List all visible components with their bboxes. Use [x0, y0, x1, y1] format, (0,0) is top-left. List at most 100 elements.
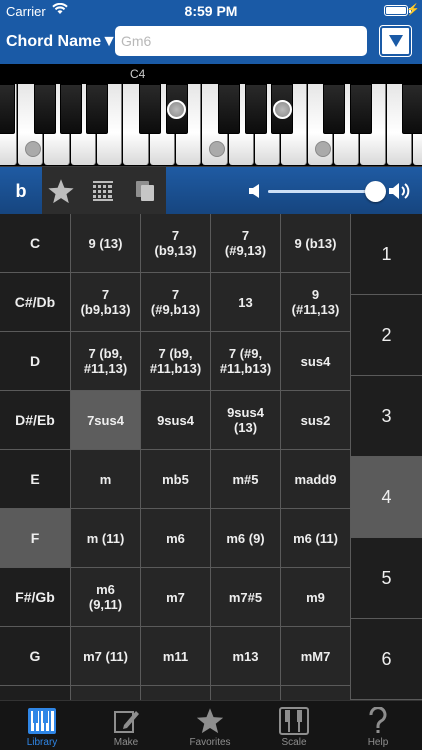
black-key[interactable]	[350, 84, 372, 134]
octave-label: C4	[130, 67, 146, 81]
chord-cell[interactable]: sus4	[281, 332, 351, 391]
black-key[interactable]	[86, 84, 108, 134]
tab-library[interactable]: Library	[0, 701, 84, 750]
voicing-number-item[interactable]: 3	[351, 376, 422, 457]
note-marker	[209, 141, 225, 157]
chord-cell[interactable]	[281, 686, 351, 700]
scale-icon	[279, 706, 309, 736]
dropdown-button[interactable]	[379, 25, 412, 57]
black-key[interactable]	[402, 84, 422, 134]
tab-label: Library	[26, 737, 58, 748]
black-key[interactable]	[139, 84, 161, 134]
root-note-item[interactable]: D#/Eb	[0, 391, 71, 450]
root-note-item[interactable]: C#/Db	[0, 273, 71, 332]
chord-cell[interactable]: 7 (#9,13)	[211, 214, 281, 273]
chord-cell[interactable]: m7 (11)	[71, 627, 141, 686]
toolbar: b	[0, 166, 422, 215]
copy-icon[interactable]	[128, 175, 162, 207]
note-marker	[25, 141, 41, 157]
grid-view-icon[interactable]	[86, 175, 120, 207]
voicing-number-column: 1 2 3 4 5 6	[351, 214, 422, 700]
tab-make[interactable]: Make	[84, 701, 168, 750]
chord-cell[interactable]: 7 (b9,b13)	[71, 273, 141, 332]
root-note-item[interactable]	[0, 686, 71, 700]
chord-cell[interactable]: m	[71, 450, 141, 509]
tab-help[interactable]: Help	[336, 701, 420, 750]
voicing-number-item[interactable]: 5	[351, 538, 422, 619]
chord-cell[interactable]: sus2	[281, 391, 351, 450]
tab-scale[interactable]: Scale	[252, 701, 336, 750]
tab-favorites[interactable]: Favorites	[168, 701, 252, 750]
chord-cell[interactable]: 7 (b9,13)	[141, 214, 211, 273]
chord-cell[interactable]: madd9	[281, 450, 351, 509]
pencil-icon	[112, 706, 140, 736]
header: Chord Name▼	[0, 22, 422, 64]
chord-cell[interactable]	[211, 686, 281, 700]
chord-name-menu-button[interactable]: Chord Name▼	[6, 33, 117, 51]
flat-toggle-button[interactable]: b	[0, 167, 42, 215]
root-note-item[interactable]: C	[0, 214, 71, 273]
tab-bar: Library Make Favorites Scale Help	[0, 700, 422, 750]
chord-search-input[interactable]	[115, 26, 367, 56]
chord-cell[interactable]: m7#5	[211, 568, 281, 627]
chord-cell[interactable]: 9 (#11,13)	[281, 273, 351, 332]
chord-cell[interactable]: 7 (b9, #11,13)	[71, 332, 141, 391]
chord-cell[interactable]	[71, 686, 141, 700]
root-note-item[interactable]: E	[0, 450, 71, 509]
volume-slider-fill	[268, 190, 376, 193]
chord-cell[interactable]: m6 (9)	[211, 509, 281, 568]
chord-cell[interactable]: mM7	[281, 627, 351, 686]
chord-cell[interactable]: m7	[141, 568, 211, 627]
voicing-number-item[interactable]: 1	[351, 214, 422, 295]
chord-cell[interactable]: m6 (11)	[281, 509, 351, 568]
voicing-number-item-selected[interactable]: 4	[351, 457, 422, 538]
chord-cell[interactable]: 9sus4 (13)	[211, 391, 281, 450]
root-note-item[interactable]: D	[0, 332, 71, 391]
chord-cell[interactable]: m6 (9,11)	[71, 568, 141, 627]
black-key[interactable]	[218, 84, 240, 134]
tab-label: Scale	[281, 737, 307, 748]
volume-slider[interactable]	[268, 190, 376, 193]
note-marker	[167, 100, 186, 119]
chord-cell[interactable]: m6	[141, 509, 211, 568]
chord-cell[interactable]: 9sus4	[141, 391, 211, 450]
charging-icon: ⚡	[406, 4, 420, 16]
volume-low-icon	[249, 184, 261, 203]
chord-cell[interactable]: m#5	[211, 450, 281, 509]
black-key[interactable]	[34, 84, 56, 134]
star-icon[interactable]	[44, 175, 78, 207]
library-icon	[27, 706, 57, 736]
chord-cell-selected[interactable]: 7sus4	[71, 391, 141, 450]
piano-keyboard[interactable]	[0, 84, 422, 166]
chord-cell[interactable]: 7 (#9, #11,b13)	[211, 332, 281, 391]
note-marker	[315, 141, 331, 157]
black-key[interactable]	[323, 84, 345, 134]
black-key[interactable]	[245, 84, 267, 134]
chord-cell[interactable]: mb5	[141, 450, 211, 509]
voicing-number-item[interactable]: 6	[351, 619, 422, 700]
black-key[interactable]	[60, 84, 82, 134]
chord-cell[interactable]: 9 (b13)	[281, 214, 351, 273]
root-note-item[interactable]: F#/Gb	[0, 568, 71, 627]
chord-cell[interactable]: m13	[211, 627, 281, 686]
chord-cell[interactable]: 7 (b9, #11,b13)	[141, 332, 211, 391]
root-note-item[interactable]: G	[0, 627, 71, 686]
chord-cell[interactable]: 13	[211, 273, 281, 332]
chord-cell[interactable]: mM7	[141, 686, 211, 700]
chord-type-grid: 9 (13) 7 (b9,13) 7 (#9,13) 9 (b13) 7 (b9,b13…	[71, 214, 351, 700]
chord-cell[interactable]: m9	[281, 568, 351, 627]
chord-cell[interactable]: m (11)	[71, 509, 141, 568]
volume-high-icon	[389, 182, 413, 205]
view-tabs	[42, 167, 166, 215]
tab-label: Favorites	[189, 737, 231, 748]
tab-label: Help	[367, 737, 389, 748]
keyboard-octave-bar: C4	[0, 64, 422, 84]
star-icon	[195, 706, 225, 736]
volume-slider-thumb[interactable]	[365, 181, 386, 202]
chord-cell[interactable]: 9 (13)	[71, 214, 141, 273]
chord-cell[interactable]: 7 (#9,b13)	[141, 273, 211, 332]
black-key[interactable]	[0, 84, 15, 134]
voicing-number-item[interactable]: 2	[351, 295, 422, 376]
chord-cell[interactable]: m11	[141, 627, 211, 686]
root-note-item-selected[interactable]: F	[0, 509, 71, 568]
